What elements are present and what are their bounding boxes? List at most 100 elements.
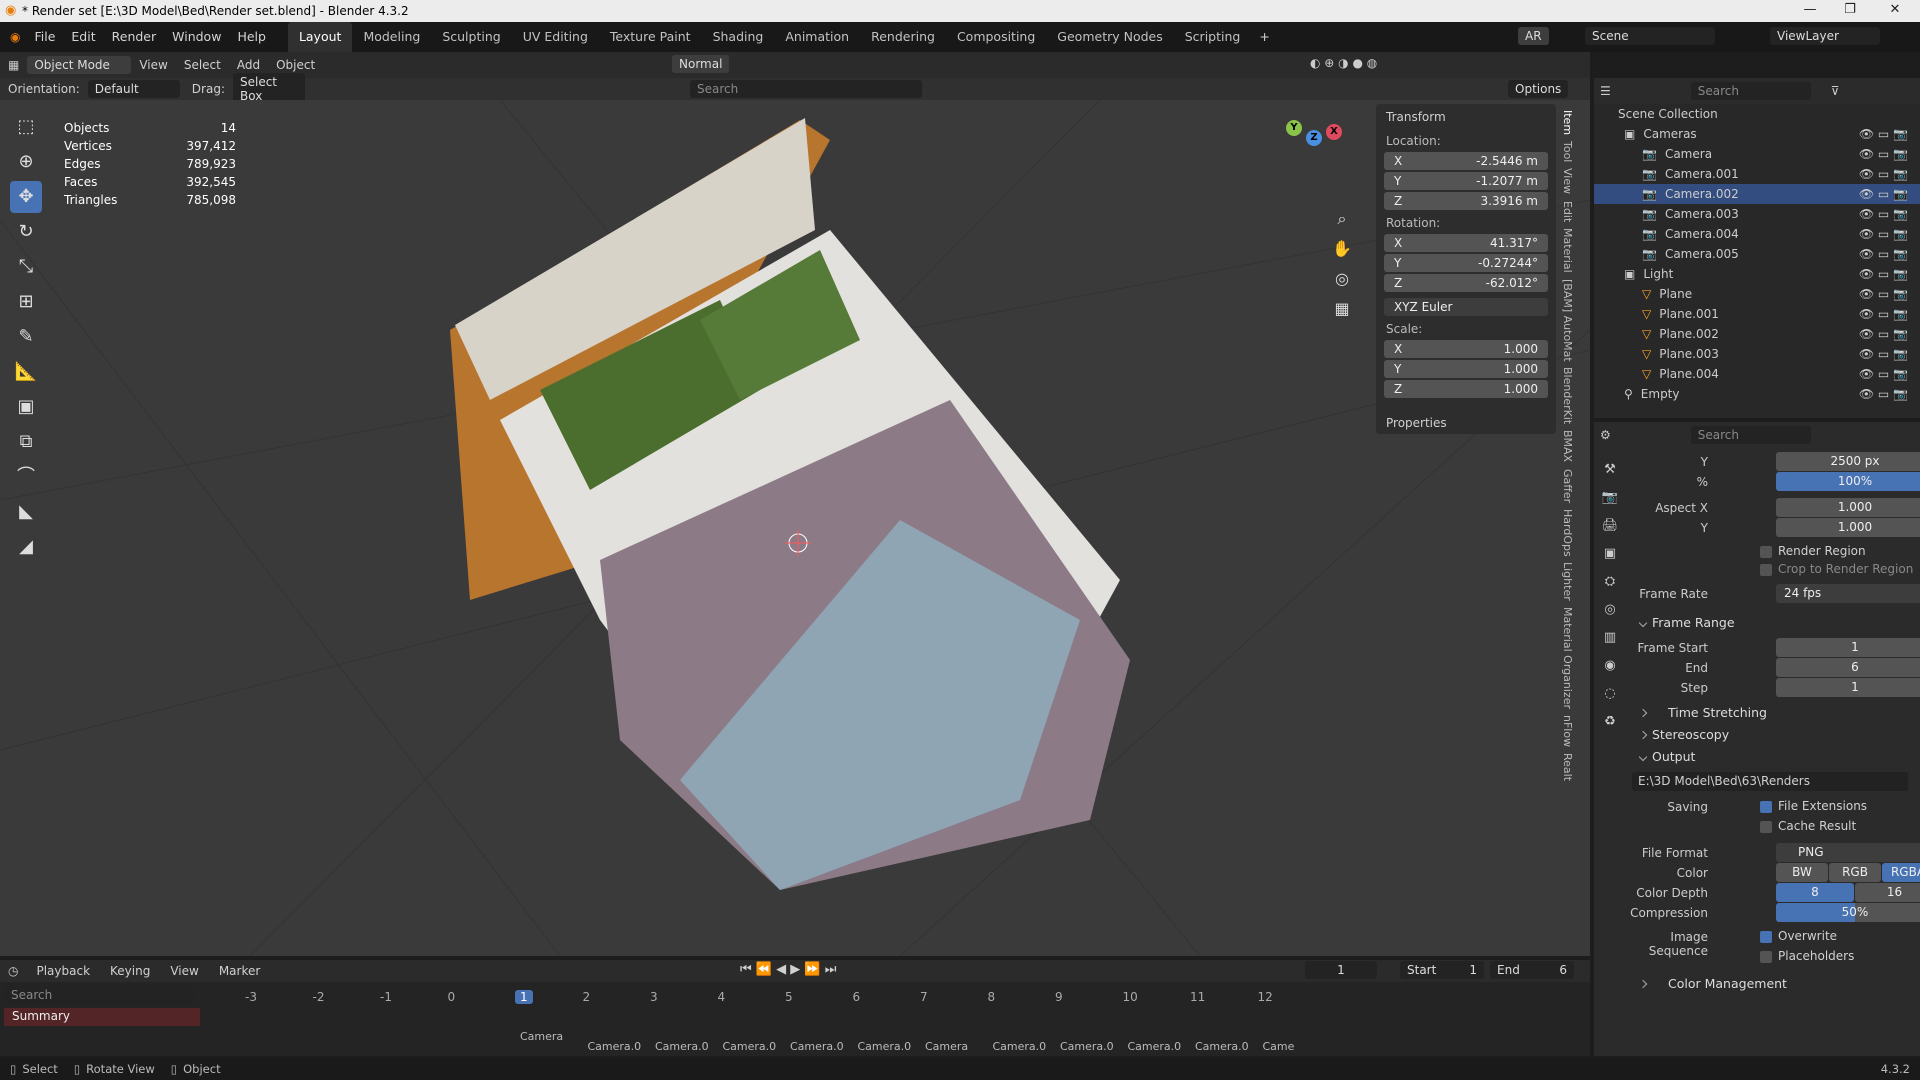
- axis-x-icon[interactable]: X: [1326, 124, 1342, 140]
- orientation-dropdown[interactable]: Default: [87, 80, 180, 98]
- camera-marker[interactable]: Camera.0: [993, 1040, 1047, 1053]
- filter-icon[interactable]: ⊽: [1831, 84, 1840, 98]
- marker-menu[interactable]: Marker: [209, 964, 270, 978]
- visibility-icons[interactable]: 👁 ▭ 📷: [1859, 164, 1908, 184]
- ar-dropdown[interactable]: AR: [1518, 27, 1549, 45]
- menu-window[interactable]: Window: [164, 22, 229, 52]
- mode-selector[interactable]: Object Mode: [27, 56, 132, 74]
- extrude-icon[interactable]: ⧉: [10, 426, 42, 458]
- frame-step-field[interactable]: 1: [1776, 678, 1920, 697]
- outliner-item[interactable]: ▽ Plane 👁 ▭ 📷: [1594, 284, 1920, 304]
- visibility-icons[interactable]: 👁 ▭ 📷: [1859, 344, 1908, 364]
- depth-16-button[interactable]: 16: [1855, 883, 1920, 902]
- visibility-icons[interactable]: 👁 ▭ 📷: [1859, 364, 1908, 384]
- visibility-icons[interactable]: 👁 ▭ 📷: [1859, 284, 1908, 304]
- select-box-icon[interactable]: ⬚: [10, 111, 42, 143]
- outliner-item[interactable]: ▣ Cameras 👁 ▭ 📷: [1594, 124, 1920, 144]
- scale-y-field[interactable]: Y 1.000: [1384, 360, 1548, 378]
- output-panel[interactable]: Output: [1622, 746, 1914, 768]
- start-frame-field[interactable]: Start 1: [1400, 961, 1484, 979]
- tab-item[interactable]: Item: [1561, 110, 1574, 135]
- outliner-item[interactable]: ▽ Plane.002 👁 ▭ 📷: [1594, 324, 1920, 344]
- tab-layout[interactable]: Layout: [287, 22, 353, 52]
- tab-geometry-nodes[interactable]: Geometry Nodes: [1046, 22, 1173, 52]
- frame-end-field[interactable]: 6: [1776, 658, 1920, 677]
- outliner-item[interactable]: ▽ Plane.003 👁 ▭ 📷: [1594, 344, 1920, 364]
- blender-menu-icon[interactable]: ◉: [0, 30, 26, 44]
- visibility-icons[interactable]: 👁 ▭ 📷: [1859, 204, 1908, 224]
- view-layer-selector[interactable]: ViewLayer: [1770, 27, 1880, 45]
- resolution-y-field[interactable]: 2500 px: [1776, 452, 1920, 471]
- tab-modeling[interactable]: Modeling: [352, 22, 431, 52]
- menu-select[interactable]: Select: [176, 58, 229, 72]
- visibility-icons[interactable]: 👁 ▭ 📷: [1859, 244, 1908, 264]
- scene-collection[interactable]: Scene Collection: [1594, 104, 1920, 124]
- menu-add[interactable]: Add: [229, 58, 268, 72]
- menu-view[interactable]: View: [131, 58, 175, 72]
- visibility-icons[interactable]: 👁 ▭ 📷: [1859, 384, 1908, 404]
- menu-render[interactable]: Render: [104, 22, 165, 52]
- camera-marker[interactable]: Came: [1263, 1040, 1295, 1053]
- visibility-icons[interactable]: 👁 ▭ 📷: [1859, 264, 1908, 284]
- tab-texture-paint[interactable]: Texture Paint: [599, 22, 702, 52]
- tab-sculpting[interactable]: Sculpting: [431, 22, 511, 52]
- maximize-icon[interactable]: ❐: [1830, 2, 1870, 17]
- crop-region-checkbox[interactable]: Crop to Render Region: [1622, 560, 1914, 584]
- frame-rate-dropdown[interactable]: 24 fps: [1776, 584, 1920, 603]
- visibility-icons[interactable]: 👁 ▭ 📷: [1859, 224, 1908, 244]
- minimize-icon[interactable]: —: [1790, 2, 1830, 17]
- properties-search-input[interactable]: Search: [1690, 426, 1811, 444]
- frame-start-field[interactable]: 1: [1776, 638, 1920, 657]
- editor-type-icon[interactable]: ▦: [0, 58, 27, 72]
- bisect-icon[interactable]: ◢: [10, 531, 42, 563]
- outliner-search-input[interactable]: Search: [1690, 82, 1811, 100]
- move-icon[interactable]: ✥: [10, 181, 42, 213]
- playback-controls[interactable]: ⏮ ⏪ ◀ ▶ ⏩ ⏭: [740, 962, 836, 977]
- navigation-controls[interactable]: ⌕ ✋ ◎ ▦: [1330, 204, 1354, 324]
- tab-shading[interactable]: Shading: [702, 22, 775, 52]
- viewport-search-input[interactable]: Search: [690, 80, 922, 98]
- rotation-y-field[interactable]: Y -0.27244°: [1384, 254, 1548, 272]
- outliner-item[interactable]: 📷 Camera.003 👁 ▭ 📷: [1594, 204, 1920, 224]
- transform-header[interactable]: Transform: [1376, 104, 1556, 130]
- placeholders-checkbox[interactable]: Placeholders: [1760, 949, 1854, 963]
- transform-icon[interactable]: ⊞: [10, 286, 42, 318]
- close-icon[interactable]: ✕: [1875, 2, 1915, 17]
- tab-edit[interactable]: Edit: [1561, 201, 1574, 222]
- tab-tool[interactable]: Tool: [1561, 141, 1574, 162]
- color-rgb-button[interactable]: RGB: [1829, 863, 1881, 882]
- tab-gaffer[interactable]: Gaffer: [1561, 469, 1574, 503]
- menu-file[interactable]: File: [26, 22, 63, 52]
- menu-edit[interactable]: Edit: [63, 22, 103, 52]
- stereoscopy-panel[interactable]: Stereoscopy: [1622, 724, 1914, 746]
- tab-blenderkit[interactable]: BlenderKit: [1561, 367, 1574, 424]
- properties-editor-icon[interactable]: ⚙: [1600, 428, 1611, 442]
- scale-z-field[interactable]: Z 1.000: [1384, 380, 1548, 398]
- tab-nflow[interactable]: nFlow: [1561, 715, 1574, 747]
- render-region-checkbox[interactable]: Render Region: [1622, 538, 1914, 560]
- output-path-field[interactable]: E:\3D Model\Bed\63\Renders: [1632, 772, 1908, 791]
- visibility-icons[interactable]: 👁 ▭ 📷: [1859, 304, 1908, 324]
- color-rgba-button[interactable]: RGBA: [1882, 863, 1920, 882]
- outliner-item[interactable]: 📷 Camera.004 👁 ▭ 📷: [1594, 224, 1920, 244]
- tab-hardops[interactable]: HardOps: [1561, 509, 1574, 557]
- 3d-viewport[interactable]: Y Z X ⌕ ✋ ◎ ▦: [0, 100, 1590, 956]
- current-frame-field[interactable]: 1: [1305, 961, 1377, 979]
- properties-tabs[interactable]: ⚒ 📷 🖨 ▣ ⛭ ◎ ▥ ◉ ◌ ♻: [1600, 456, 1620, 736]
- camera-marker[interactable]: Camera.0: [1195, 1040, 1249, 1053]
- file-extensions-checkbox[interactable]: File Extensions: [1760, 799, 1867, 813]
- tab-scripting[interactable]: Scripting: [1174, 22, 1252, 52]
- summary-channel[interactable]: Summary: [4, 1008, 200, 1026]
- playback-menu[interactable]: Playback: [26, 964, 100, 978]
- location-z-field[interactable]: Z 3.3916 m: [1384, 192, 1548, 210]
- tab-view[interactable]: View: [1561, 168, 1574, 194]
- annotate-icon[interactable]: ✎: [10, 321, 42, 353]
- time-stretching-panel[interactable]: Time Stretching: [1622, 702, 1914, 724]
- rotation-z-field[interactable]: Z -62.012°: [1384, 274, 1548, 292]
- tab-realt[interactable]: Realt: [1561, 753, 1574, 781]
- camera-marker[interactable]: Camera: [520, 1030, 563, 1043]
- axis-y-icon[interactable]: Y: [1286, 120, 1302, 136]
- tab-material[interactable]: Material: [1561, 228, 1574, 273]
- outliner-item[interactable]: ⚲ Empty 👁 ▭ 📷: [1594, 384, 1920, 404]
- tab-animation[interactable]: Animation: [774, 22, 860, 52]
